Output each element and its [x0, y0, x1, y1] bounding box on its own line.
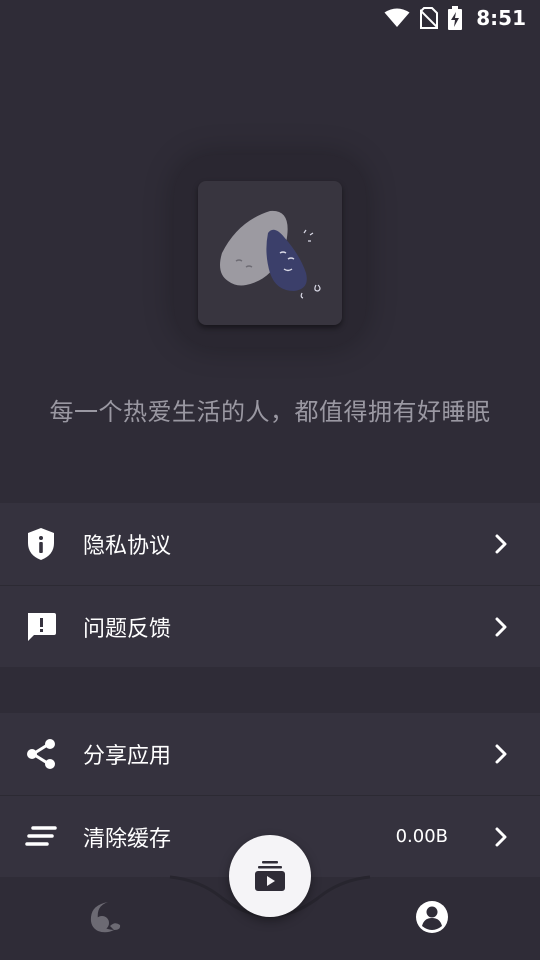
menu-label-feedback: 问题反馈 [83, 616, 172, 642]
menu-label-share: 分享应用 [83, 744, 172, 769]
no-sim-icon [420, 7, 439, 29]
feedback-icon [24, 610, 58, 644]
menu-group-info: 隐私协议 问题反馈 [0, 503, 540, 667]
menu-label-privacy: 隐私协议 [83, 534, 172, 559]
wifi-icon [384, 8, 410, 28]
menu-item-share[interactable]: 分享应用 [0, 713, 540, 795]
nav-tab-sleep[interactable] [88, 899, 124, 935]
battery-charging-icon [448, 6, 463, 30]
status-bar: 8:51 [0, 0, 540, 36]
share-icon [24, 737, 58, 771]
menu-item-feedback[interactable]: 问题反馈 [0, 585, 540, 667]
play-list-icon [255, 861, 285, 891]
shield-info-icon [24, 527, 58, 561]
app-logo-tile [198, 181, 342, 325]
sleep-moon-icon [90, 902, 121, 933]
status-time: 8:51 [476, 6, 526, 30]
menu-item-privacy[interactable]: 隐私协议 [0, 503, 540, 585]
sleeping-stones-icon [220, 210, 321, 299]
app-logo [174, 155, 366, 347]
clear-cache-icon [24, 820, 58, 854]
chevron-right-icon [492, 533, 510, 555]
profile-icon [416, 901, 448, 933]
chevron-right-icon [492, 743, 510, 765]
cache-size-value: 0.00B [395, 826, 448, 847]
nav-tab-profile[interactable] [414, 899, 450, 935]
app-slogan: 每一个热爱生活的人，都值得拥有好睡眠 [49, 398, 491, 426]
chevron-right-icon [492, 616, 510, 638]
play-list-button[interactable] [229, 835, 311, 917]
chevron-right-icon [492, 826, 510, 848]
